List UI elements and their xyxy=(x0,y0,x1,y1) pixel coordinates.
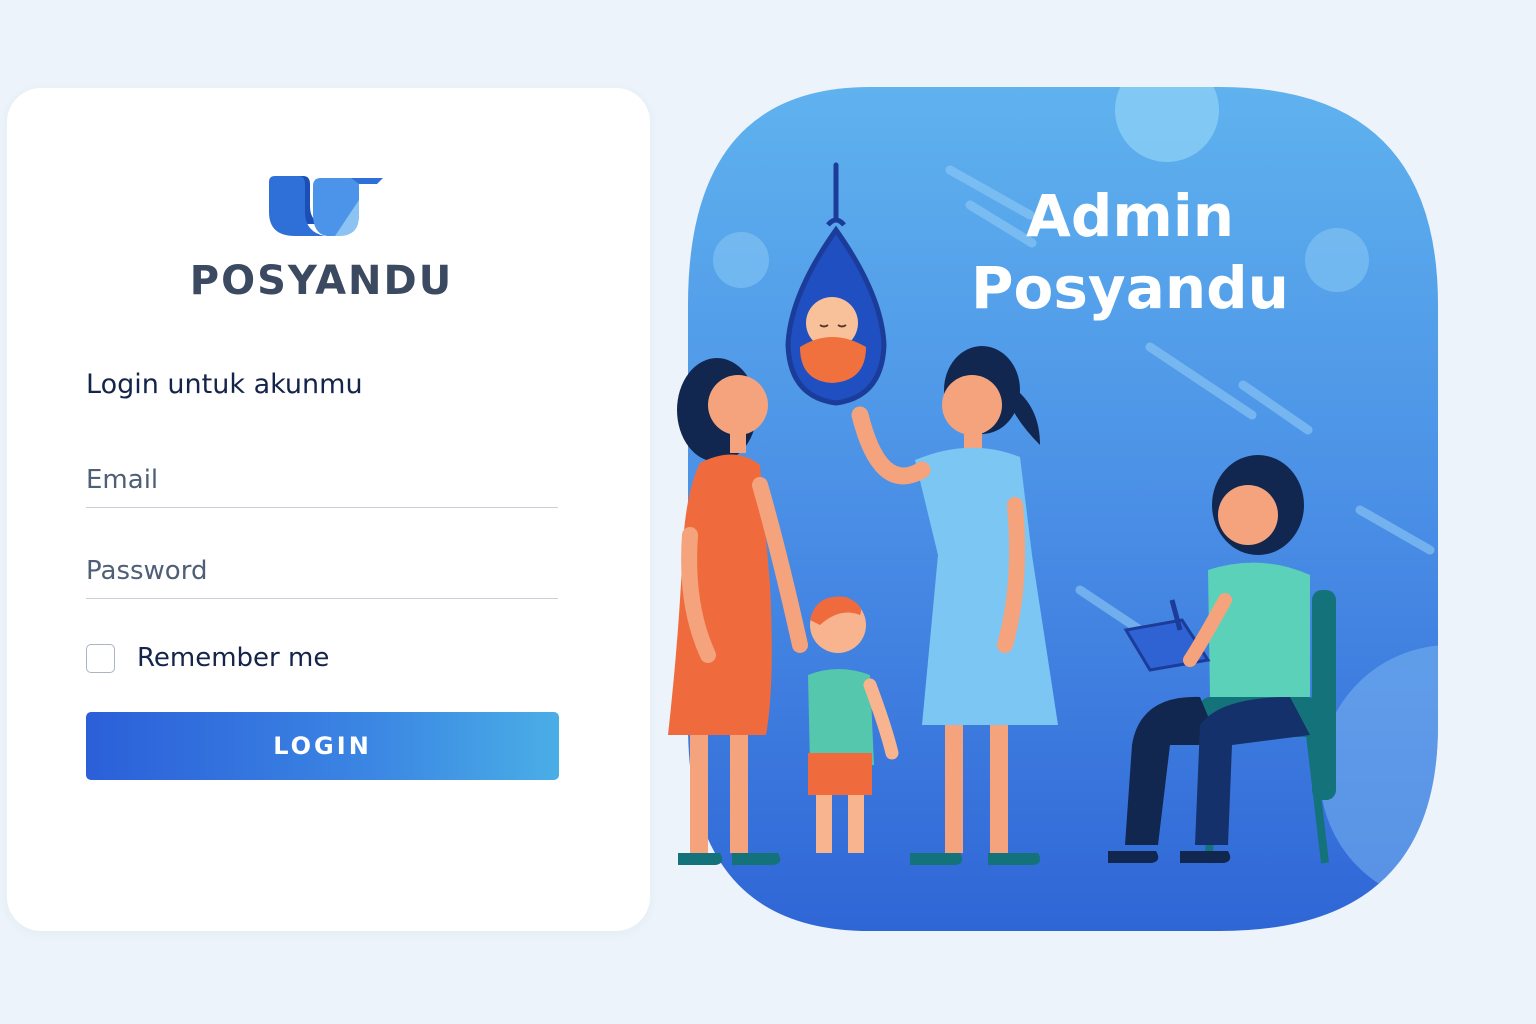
remember-me-label: Remember me xyxy=(137,643,330,673)
posyandu-logo-icon xyxy=(255,170,390,245)
remember-me-checkbox[interactable] xyxy=(86,643,115,673)
hero-title-line2: Posyandu xyxy=(971,254,1289,322)
hero-title: Admin Posyandu xyxy=(960,180,1300,324)
email-field[interactable] xyxy=(86,458,558,508)
hero-panel: Admin Posyandu xyxy=(660,85,1536,935)
password-field[interactable] xyxy=(86,549,558,599)
login-button[interactable]: LOGIN xyxy=(86,712,559,780)
brand-name: POSYANDU xyxy=(189,258,454,304)
remember-me-row[interactable]: Remember me xyxy=(86,643,329,673)
login-subtitle: Login untuk akunmu xyxy=(86,369,363,400)
hero-title-line1: Admin xyxy=(1025,182,1234,250)
